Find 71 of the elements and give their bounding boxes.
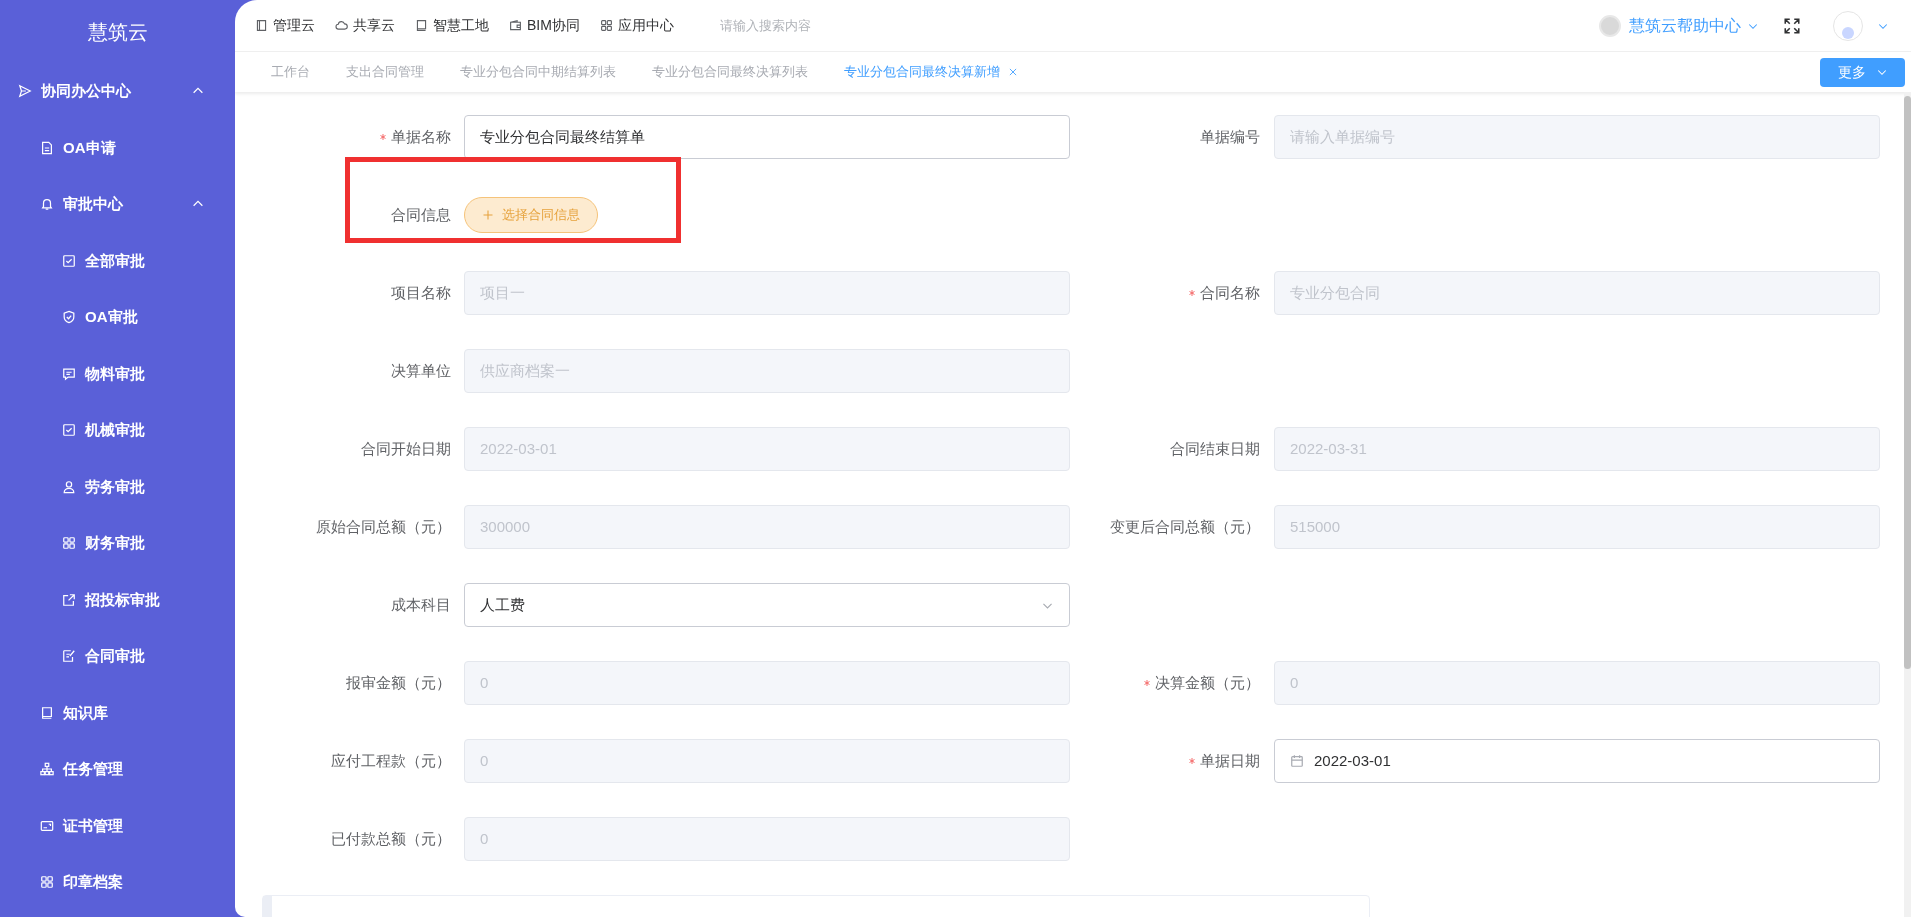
- person-icon: [62, 479, 76, 494]
- field-label: 应付工程款（元）: [331, 750, 451, 771]
- field-label: 合同结束日期: [1170, 438, 1260, 459]
- document-icon: [40, 140, 54, 155]
- badge-icon: [1599, 14, 1621, 37]
- sidebar-item[interactable]: 机械审批: [0, 402, 235, 459]
- nav-link[interactable]: BIM协同: [509, 15, 580, 36]
- field-label: 已付款总额（元）: [331, 828, 451, 849]
- sidebar-item[interactable]: 任务管理: [0, 741, 235, 798]
- wallet-icon: [509, 19, 522, 32]
- nav-link[interactable]: 应用中心: [599, 15, 674, 36]
- card-icon: [40, 818, 54, 833]
- logo-text: 慧筑云: [87, 19, 148, 45]
- sidebar-item[interactable]: 协同办公中心: [0, 63, 235, 120]
- field-label: 单据名称: [391, 126, 451, 147]
- calendar-icon: [1290, 754, 1304, 768]
- scrollbar-thumb[interactable]: [1904, 96, 1911, 669]
- shield-icon: [62, 310, 76, 325]
- hierarchy-icon: [40, 762, 54, 777]
- sidebar-item[interactable]: 知识库: [0, 684, 235, 741]
- tab[interactable]: 专业分包合同最终决算新增: [826, 52, 1036, 92]
- grid-icon: [62, 536, 76, 551]
- text-field[interactable]: 专业分包合同最终结算单: [464, 115, 1070, 159]
- help-center-link[interactable]: 慧筑云帮助中心: [1629, 13, 1759, 38]
- field-label: 决算金额（元）: [1155, 672, 1260, 693]
- field-label: 成本科目: [391, 594, 451, 615]
- grid-icon: [599, 19, 613, 32]
- search-field[interactable]: 请输入搜索内容: [719, 15, 1020, 36]
- sidebar-item[interactable]: OA申请: [0, 119, 235, 176]
- field-label: 决算单位: [391, 360, 451, 381]
- share-icon: [62, 592, 76, 607]
- field-label: 项目名称: [391, 282, 451, 303]
- field-label: 原始合同总额（元）: [316, 516, 451, 537]
- book-icon: [415, 19, 428, 32]
- sidebar-item[interactable]: 财务审批: [0, 515, 235, 572]
- book-icon: [255, 19, 268, 32]
- sidebar-item[interactable]: OA审批: [0, 289, 235, 346]
- sidebar-item[interactable]: 招投标审批: [0, 571, 235, 628]
- checkbox-icon: [62, 253, 76, 268]
- field-label: 合同名称: [1200, 282, 1260, 303]
- sidebar-item[interactable]: 印章档案: [0, 854, 235, 911]
- field-label: 报审金额（元）: [346, 672, 451, 693]
- close-icon: [1008, 67, 1018, 77]
- nav-link[interactable]: 管理云: [255, 15, 315, 36]
- sidebar-item[interactable]: 合同审批: [0, 628, 235, 685]
- message-icon: [62, 366, 76, 381]
- sidebar-item[interactable]: 证书管理: [0, 797, 235, 854]
- field-label: 单据编号: [1200, 126, 1260, 147]
- grid-icon: [40, 875, 54, 890]
- book-icon: [40, 705, 54, 720]
- send-icon: [18, 84, 32, 99]
- more-button[interactable]: 更多: [1820, 57, 1905, 87]
- sidebar-item[interactable]: 全部审批: [0, 232, 235, 289]
- sidebar-item[interactable]: 物料审批: [0, 345, 235, 402]
- cloud-icon: [335, 19, 348, 32]
- field-label: 变更后合同总额（元）: [1110, 516, 1260, 537]
- field-label: 合同信息: [391, 204, 451, 225]
- bell-icon: [40, 197, 54, 212]
- field-label: 单据日期: [1200, 750, 1260, 771]
- nav-link[interactable]: 智慧工地: [415, 15, 489, 36]
- date-field[interactable]: 2022-03-01: [1274, 739, 1880, 783]
- sidebar-item[interactable]: 劳务审批: [0, 458, 235, 515]
- checkbox-icon: [62, 423, 76, 438]
- nav-link[interactable]: 共享云: [335, 15, 395, 36]
- avatar-icon[interactable]: [1833, 10, 1863, 41]
- plus-icon: [482, 209, 494, 221]
- fullscreen-icon[interactable]: [1783, 16, 1801, 35]
- select-field[interactable]: 人工费: [464, 583, 1070, 627]
- field-label: 合同开始日期: [361, 438, 451, 459]
- edit-icon: [62, 649, 76, 664]
- sidebar-item[interactable]: 审批中心: [0, 176, 235, 233]
